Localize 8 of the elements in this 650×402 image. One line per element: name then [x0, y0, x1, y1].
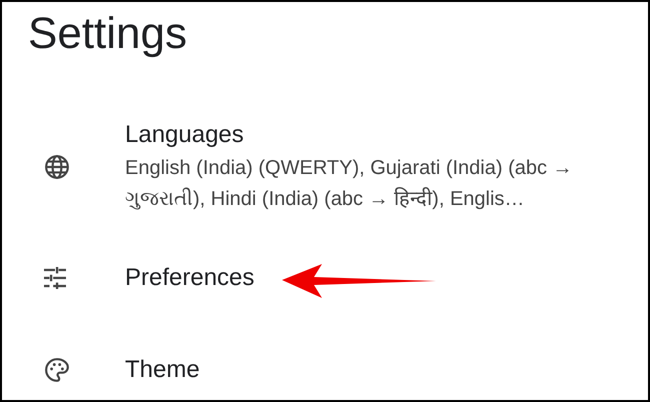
- setting-label[interactable]: Theme: [125, 354, 200, 386]
- setting-label[interactable]: Languages: [125, 119, 630, 151]
- setting-summary: English (India) (QWERTY), Gujarati (India) (abc → ગુજરાતી), Hindi (India) (abc → हिन्दी), Englis…: [125, 156, 574, 212]
- setting-label[interactable]: Preferences: [125, 262, 254, 294]
- page-title: Settings: [28, 8, 187, 60]
- globe-icon: [44, 154, 70, 180]
- sliders-icon: [44, 267, 66, 289]
- palette-icon: [44, 357, 70, 383]
